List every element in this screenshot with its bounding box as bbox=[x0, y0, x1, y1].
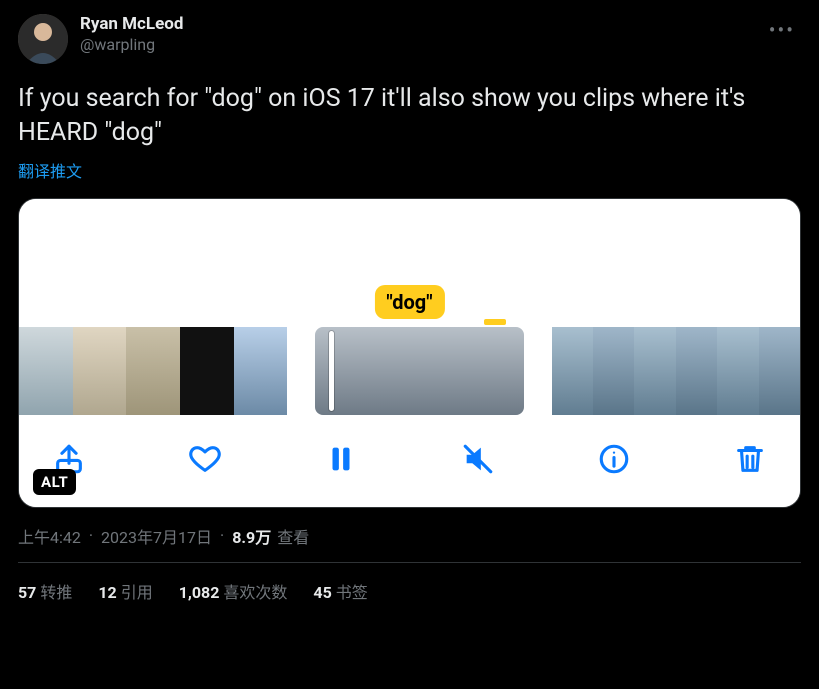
clip-frame bbox=[454, 327, 524, 415]
mute-button[interactable] bbox=[454, 435, 502, 483]
clip-frame bbox=[19, 327, 73, 415]
views-count[interactable]: 8.9万 bbox=[232, 524, 271, 548]
avatar[interactable] bbox=[18, 14, 68, 64]
clip-group[interactable] bbox=[19, 327, 287, 415]
stat-label: 喜欢次数 bbox=[223, 583, 287, 602]
translate-link[interactable]: 翻译推文 bbox=[18, 158, 82, 182]
clip-frame bbox=[385, 327, 455, 415]
tweet-header: Ryan McLeod @warpling ••• bbox=[18, 14, 801, 64]
clip-frame bbox=[593, 327, 634, 415]
media-card[interactable]: "dog" bbox=[18, 198, 801, 508]
stat-label: 引用 bbox=[121, 583, 153, 602]
info-icon bbox=[597, 442, 631, 476]
tweet-date[interactable]: 2023年7月17日 bbox=[101, 524, 212, 548]
display-name[interactable]: Ryan McLeod bbox=[80, 14, 183, 35]
quotes-stat[interactable]: 12 引用 bbox=[98, 579, 152, 603]
handle[interactable]: @warpling bbox=[80, 35, 183, 55]
search-term-pill: "dog" bbox=[374, 285, 444, 319]
clip-frame bbox=[759, 327, 800, 415]
clip-group-active[interactable] bbox=[315, 327, 524, 415]
pause-icon bbox=[324, 442, 358, 476]
clip-frame bbox=[315, 327, 385, 415]
meta-row: 上午4:42 2023年7月17日 8.9万 查看 bbox=[18, 524, 801, 548]
stats-row: 57转推 12 引用 1,082喜欢次数 45 书签 bbox=[18, 563, 801, 603]
heart-icon bbox=[188, 442, 222, 476]
clip-frame bbox=[634, 327, 675, 415]
clip-frame bbox=[552, 327, 593, 415]
stat-label: 转推 bbox=[40, 583, 72, 602]
clip-timeline[interactable] bbox=[19, 325, 800, 421]
stat-number: 45 bbox=[313, 583, 331, 602]
stat-number: 1,082 bbox=[179, 583, 220, 602]
trash-icon bbox=[733, 442, 767, 476]
like-button[interactable] bbox=[181, 435, 229, 483]
clip-frame bbox=[180, 327, 234, 415]
clip-frame bbox=[73, 327, 127, 415]
clip-frame bbox=[234, 327, 288, 415]
tweet-container: Ryan McLeod @warpling ••• If you search … bbox=[0, 0, 819, 603]
more-button[interactable]: ••• bbox=[763, 14, 801, 46]
separator bbox=[218, 526, 226, 545]
mute-icon bbox=[461, 442, 495, 476]
info-button[interactable] bbox=[590, 435, 638, 483]
stat-label: 书签 bbox=[336, 583, 368, 602]
media-toolbar bbox=[19, 421, 800, 507]
separator bbox=[87, 526, 95, 545]
media-padding bbox=[19, 199, 800, 289]
stat-number: 12 bbox=[98, 583, 116, 602]
bookmarks-stat[interactable]: 45 书签 bbox=[313, 579, 367, 603]
stat-number: 57 bbox=[18, 583, 36, 602]
views-label: 查看 bbox=[277, 524, 309, 548]
author-block: Ryan McLeod @warpling bbox=[80, 14, 183, 55]
trash-button[interactable] bbox=[726, 435, 774, 483]
clip-frame bbox=[126, 327, 180, 415]
retweets-stat[interactable]: 57转推 bbox=[18, 579, 72, 603]
likes-stat[interactable]: 1,082喜欢次数 bbox=[179, 579, 288, 603]
clip-frame bbox=[717, 327, 758, 415]
more-icon: ••• bbox=[769, 18, 795, 42]
timeline-marker bbox=[484, 319, 506, 325]
tweet-text: If you search for "dog" on iOS 17 it'll … bbox=[18, 82, 801, 150]
alt-badge[interactable]: ALT bbox=[33, 469, 76, 495]
playhead[interactable] bbox=[329, 331, 334, 411]
clip-frame bbox=[676, 327, 717, 415]
tweet-time[interactable]: 上午4:42 bbox=[18, 524, 81, 548]
clip-group[interactable] bbox=[552, 327, 800, 415]
search-term-row: "dog" bbox=[19, 289, 800, 325]
pause-button[interactable] bbox=[317, 435, 365, 483]
